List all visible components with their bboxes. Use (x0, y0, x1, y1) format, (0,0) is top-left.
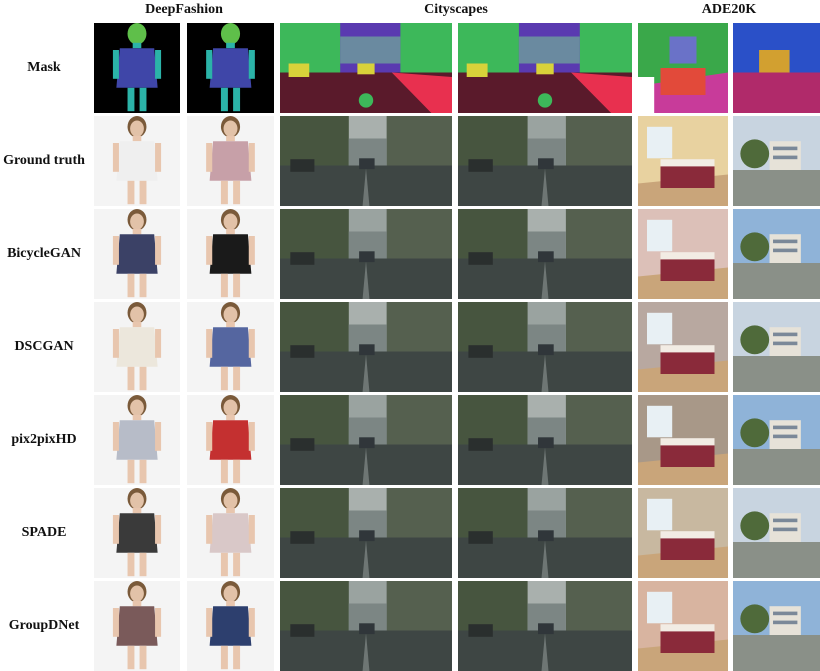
row-label: Ground truth (3, 153, 85, 168)
image-ade20k-outdoor (733, 488, 820, 578)
image-ade20k-outdoor (733, 116, 820, 206)
image-ade20k-indoor (638, 395, 728, 485)
image-cityscapes-b (458, 209, 632, 299)
image-cityscapes-a (280, 581, 452, 671)
image-deepfashion-a (94, 395, 180, 485)
row-label: BicycleGAN (7, 246, 81, 261)
image-cityscapes-b (458, 488, 632, 578)
image-cityscapes-a (280, 395, 452, 485)
row-label: Mask (27, 60, 61, 75)
image-ade20k-outdoor (733, 209, 820, 299)
image-cityscapes-b (458, 581, 632, 671)
image-cityscapes-a (280, 302, 452, 392)
image-ade20k-outdoor (733, 581, 820, 671)
row-label: SPADE (21, 525, 67, 540)
image-ade20k-indoor (638, 581, 728, 671)
image-ade20k-indoor (638, 302, 728, 392)
row-label: pix2pixHD (11, 432, 77, 447)
image-ade20k-outdoor (733, 23, 820, 113)
image-deepfashion-b (187, 395, 274, 485)
image-ade20k-indoor (638, 23, 728, 113)
image-ade20k-indoor (638, 116, 728, 206)
image-deepfashion-a (94, 488, 180, 578)
image-deepfashion-a (94, 23, 180, 113)
image-cityscapes-a (280, 209, 452, 299)
column-header-ade20k: ADE20K (701, 2, 757, 17)
image-deepfashion-a (94, 302, 180, 392)
column-header-deepfashion: DeepFashion (145, 2, 223, 17)
image-cityscapes-a (280, 488, 452, 578)
image-cityscapes-a (280, 23, 452, 113)
image-deepfashion-a (94, 581, 180, 671)
column-header-cityscapes: Cityscapes (424, 2, 488, 17)
row-label: DSCGAN (14, 339, 74, 354)
image-deepfashion-a (94, 116, 180, 206)
image-cityscapes-a (280, 116, 452, 206)
image-deepfashion-b (187, 581, 274, 671)
image-cityscapes-b (458, 23, 632, 113)
image-cityscapes-b (458, 302, 632, 392)
image-deepfashion-b (187, 23, 274, 113)
image-deepfashion-a (94, 209, 180, 299)
image-cityscapes-b (458, 116, 632, 206)
image-ade20k-indoor (638, 209, 728, 299)
image-ade20k-outdoor (733, 395, 820, 485)
image-cityscapes-b (458, 395, 632, 485)
image-deepfashion-b (187, 302, 274, 392)
image-deepfashion-b (187, 488, 274, 578)
image-deepfashion-b (187, 116, 274, 206)
image-deepfashion-b (187, 209, 274, 299)
image-ade20k-indoor (638, 488, 728, 578)
row-label: GroupDNet (8, 618, 80, 633)
image-ade20k-outdoor (733, 302, 820, 392)
